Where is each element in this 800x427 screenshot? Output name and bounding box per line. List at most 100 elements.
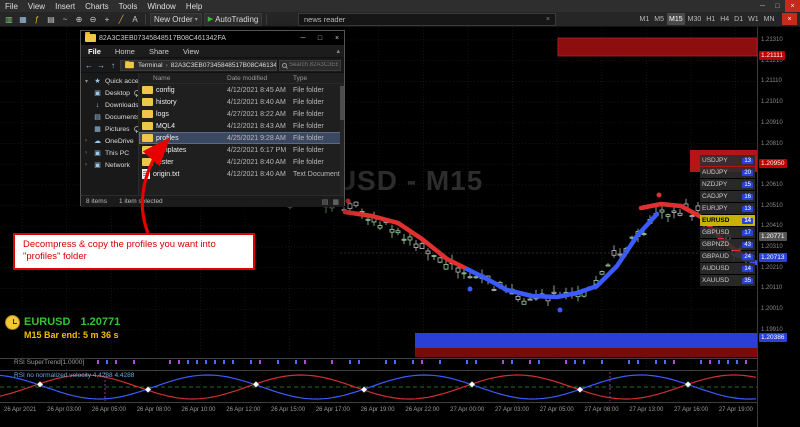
back-icon[interactable]: ←	[84, 61, 94, 70]
file-type-cell: File folder	[293, 86, 324, 94]
breadcrumb-root[interactable]: Terminal	[138, 62, 163, 69]
market-watch-row-eurjpy[interactable]: EURJPY 13	[700, 203, 755, 214]
tab-timeframe-m30[interactable]: M30	[685, 13, 704, 25]
breadcrumb[interactable]: Terminal › 82A3C3EB07345848517B08C461342…	[120, 59, 277, 71]
sidebar-item-downloads[interactable]: ↓ Downloads	[81, 99, 138, 111]
market-watch-value: 13	[742, 205, 753, 212]
file-row-config[interactable]: config 4/12/2021 8:45 AM File folder	[139, 84, 344, 96]
tab-timeframe-mn[interactable]: MN	[761, 13, 777, 25]
market-watch-row-gbpusd[interactable]: GBPUSD 17	[700, 227, 755, 238]
search-input[interactable]	[289, 62, 338, 68]
time-axis-label: 27 Apr 16:00	[674, 407, 709, 413]
tab-timeframe-w1[interactable]: W1	[746, 13, 762, 25]
file-name: profiles	[156, 134, 179, 142]
tab-timeframe-m1[interactable]: M1	[637, 13, 652, 25]
market-watch-symbol: GBPUSD	[702, 229, 730, 236]
file-explorer-window[interactable]: 82A3C3EB07345848517B08C461342FA ─ □ × Fi…	[80, 30, 345, 207]
market-watch-row-eurusd[interactable]: EURUSD 14	[700, 215, 755, 226]
new-order-button[interactable]: New Order ▾	[150, 12, 202, 26]
menu-tools[interactable]: Tools	[114, 2, 143, 11]
scrollbar-thumb[interactable]	[340, 86, 344, 120]
sidebar-item-network[interactable]: › ▣ Network	[81, 159, 138, 171]
ribbon-tab-view[interactable]: View	[176, 47, 206, 56]
market-watch-row-cadjpy[interactable]: CADJPY 16	[700, 191, 755, 202]
sidebar-item-pictures[interactable]: ▦ Pictures	[81, 123, 138, 135]
ribbon-tab-share[interactable]: Share	[142, 47, 176, 56]
explorer-maximize-button[interactable]: □	[313, 31, 327, 45]
sidebar-item-desktop[interactable]: ▣ Desktop	[81, 87, 138, 99]
file-row-history[interactable]: history 4/12/2021 8:40 AM File folder	[139, 96, 344, 108]
ribbon-collapse-icon[interactable]: ▴	[336, 47, 340, 55]
trendline-icon[interactable]: ╱	[115, 13, 127, 26]
crosshair-icon[interactable]: +	[101, 13, 113, 26]
file-row-logs[interactable]: logs 4/27/2021 8:22 AM File folder	[139, 108, 344, 120]
scrollbar[interactable]	[340, 84, 344, 195]
market-watch-row-xauusd[interactable]: XAUUSD 35	[700, 275, 755, 286]
explorer-title-bar[interactable]: 82A3C3EB07345848517B08C461342FA ─ □ ×	[81, 31, 344, 45]
indicators-icon[interactable]: ƒ	[31, 13, 43, 26]
tab-timeframe-d1[interactable]: D1	[732, 13, 746, 25]
column-type[interactable]: Type	[293, 75, 344, 82]
chart-close-button[interactable]: ×	[782, 13, 797, 25]
chart-window-icon[interactable]: ▦	[17, 13, 29, 26]
line-chart-icon[interactable]: ~	[59, 13, 71, 26]
ribbon-tab-file[interactable]: File	[81, 47, 108, 56]
chevron-right-icon: ›	[165, 61, 168, 69]
price-scale[interactable]: 1.21310 1.21210 1.21110 1.21010 1.20910 1.208…	[757, 27, 800, 427]
cloud-icon: ☁	[94, 138, 101, 145]
zoom-in-icon[interactable]: ⊕	[73, 13, 85, 26]
autotrading-button[interactable]: ▶ AutoTrading	[203, 12, 263, 26]
market-watch-row-audusd[interactable]: AUDUSD 14	[700, 263, 755, 274]
sidebar-item-documents[interactable]: ▤ Documents	[81, 111, 138, 123]
column-name[interactable]: Name	[139, 75, 227, 82]
market-watch-row-nzdjpy[interactable]: NZDJPY 15	[700, 179, 755, 190]
ribbon-tab-home[interactable]: Home	[108, 47, 142, 56]
file-row-templates[interactable]: templates 4/22/2021 6:17 PM File folder	[139, 144, 344, 156]
minimize-button[interactable]: ─	[755, 0, 770, 12]
file-row-profiles[interactable]: profiles 4/25/2021 9:28 AM File folder	[139, 132, 344, 144]
details-view-icon[interactable]: ▤	[322, 198, 329, 206]
maximize-button[interactable]: □	[770, 0, 785, 12]
file-date-cell: 4/12/2021 8:40 AM	[227, 158, 286, 166]
market-watch-symbol: EURUSD	[702, 217, 730, 224]
menu-file[interactable]: File	[0, 2, 23, 11]
market-watch-row-gbpaud[interactable]: GBPAUD 24	[700, 251, 755, 262]
file-row-mql4[interactable]: MQL4 4/12/2021 8:43 AM File folder	[139, 120, 344, 132]
file-type-cell: File folder	[293, 98, 324, 106]
tab-timeframe-h4[interactable]: H4	[718, 13, 732, 25]
candlestick-chart-icon[interactable]: ▥	[3, 13, 15, 26]
tab-timeframe-m15[interactable]: M15	[666, 13, 686, 25]
tab-timeframe-h1[interactable]: H1	[704, 13, 718, 25]
file-type-cell: File folder	[293, 158, 324, 166]
file-row-origin-txt[interactable]: origin.txt 4/12/2021 8:40 AM Text Document	[139, 168, 344, 180]
forward-icon[interactable]: →	[96, 61, 106, 70]
news-reader-window[interactable]: news reader ×	[298, 13, 556, 26]
file-name: MQL4	[156, 122, 176, 130]
market-watch-row-audjpy[interactable]: AUDJPY 20	[700, 167, 755, 178]
explorer-minimize-button[interactable]: ─	[296, 31, 310, 45]
market-watch-row-usdjpy[interactable]: USDJPY 13	[700, 155, 755, 166]
sidebar-item-onedrive[interactable]: › ☁ OneDrive	[81, 135, 138, 147]
bar-chart-icon[interactable]: ▤	[45, 13, 57, 26]
sidebar-item-quick-access[interactable]: ▾ ★ Quick access	[81, 75, 138, 87]
menu-window[interactable]: Window	[142, 2, 180, 11]
menu-insert[interactable]: Insert	[50, 2, 80, 11]
up-icon[interactable]: ↑	[108, 61, 118, 70]
close-button[interactable]: ×	[785, 0, 800, 12]
text-tool-icon[interactable]: A	[129, 13, 141, 26]
thumbnails-view-icon[interactable]: ▦	[332, 198, 339, 206]
tab-timeframe-m5[interactable]: M5	[652, 13, 667, 25]
breadcrumb-current[interactable]: 82A3C3EB07345848517B08C461342FA	[171, 62, 276, 69]
zoom-out-icon[interactable]: ⊖	[87, 13, 99, 26]
menu-help[interactable]: Help	[181, 2, 207, 11]
menu-charts[interactable]: Charts	[80, 2, 114, 11]
sidebar-item-this-pc[interactable]: › ▣ This PC	[81, 147, 138, 159]
column-date-modified[interactable]: Date modified	[227, 75, 293, 82]
market-watch-row-gbpnzd[interactable]: GBPNZD 43	[700, 239, 755, 250]
indicator2-label: RSI no normalized velocity 4.4288 4.4288	[14, 372, 135, 379]
explorer-close-button[interactable]: ×	[330, 31, 344, 45]
menu-view[interactable]: View	[23, 2, 50, 11]
search-box[interactable]	[279, 59, 341, 71]
close-icon[interactable]: ×	[546, 16, 550, 23]
file-row-tester[interactable]: tester 4/12/2021 8:40 AM File folder	[139, 156, 344, 168]
